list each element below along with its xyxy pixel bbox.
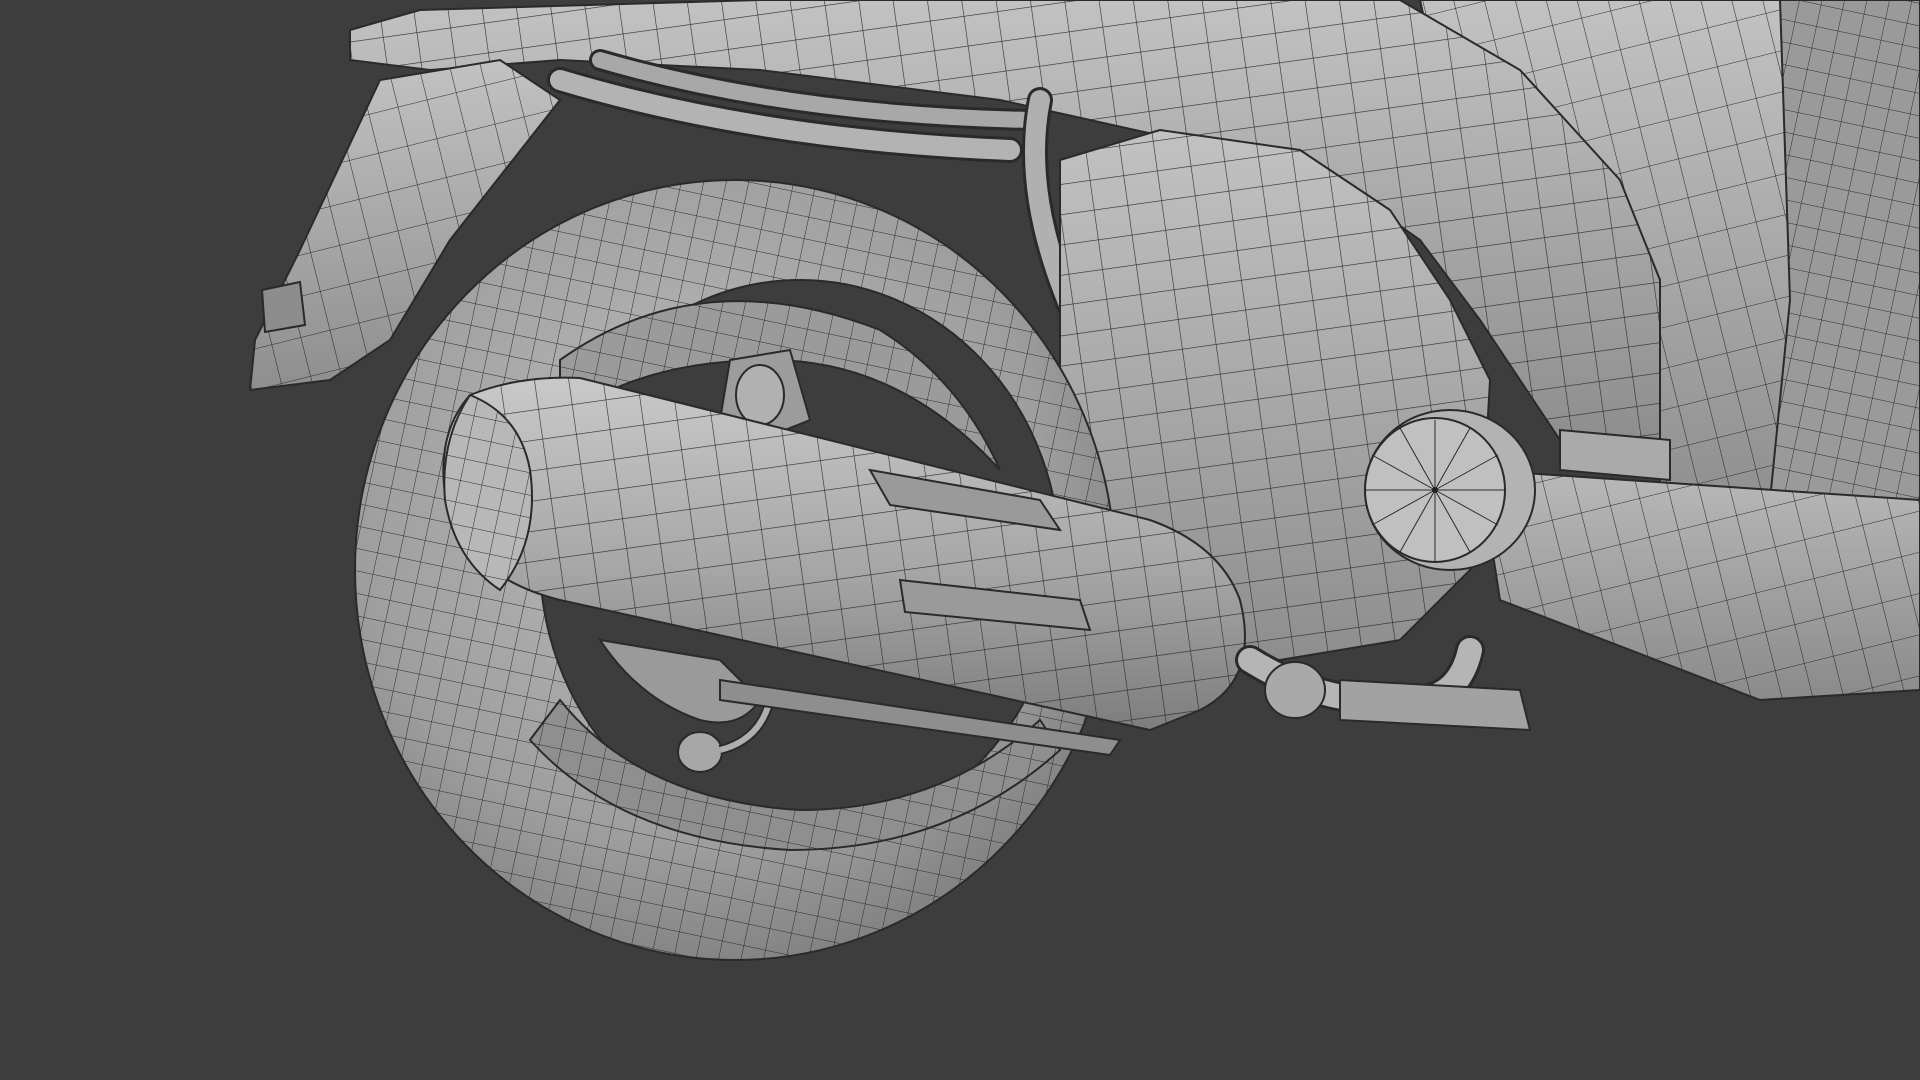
engine-cover-boss [1364,409,1536,571]
exhaust-pipe [1235,635,1532,732]
scene-render [248,0,1920,961]
3d-viewport[interactable] [0,0,1920,1080]
